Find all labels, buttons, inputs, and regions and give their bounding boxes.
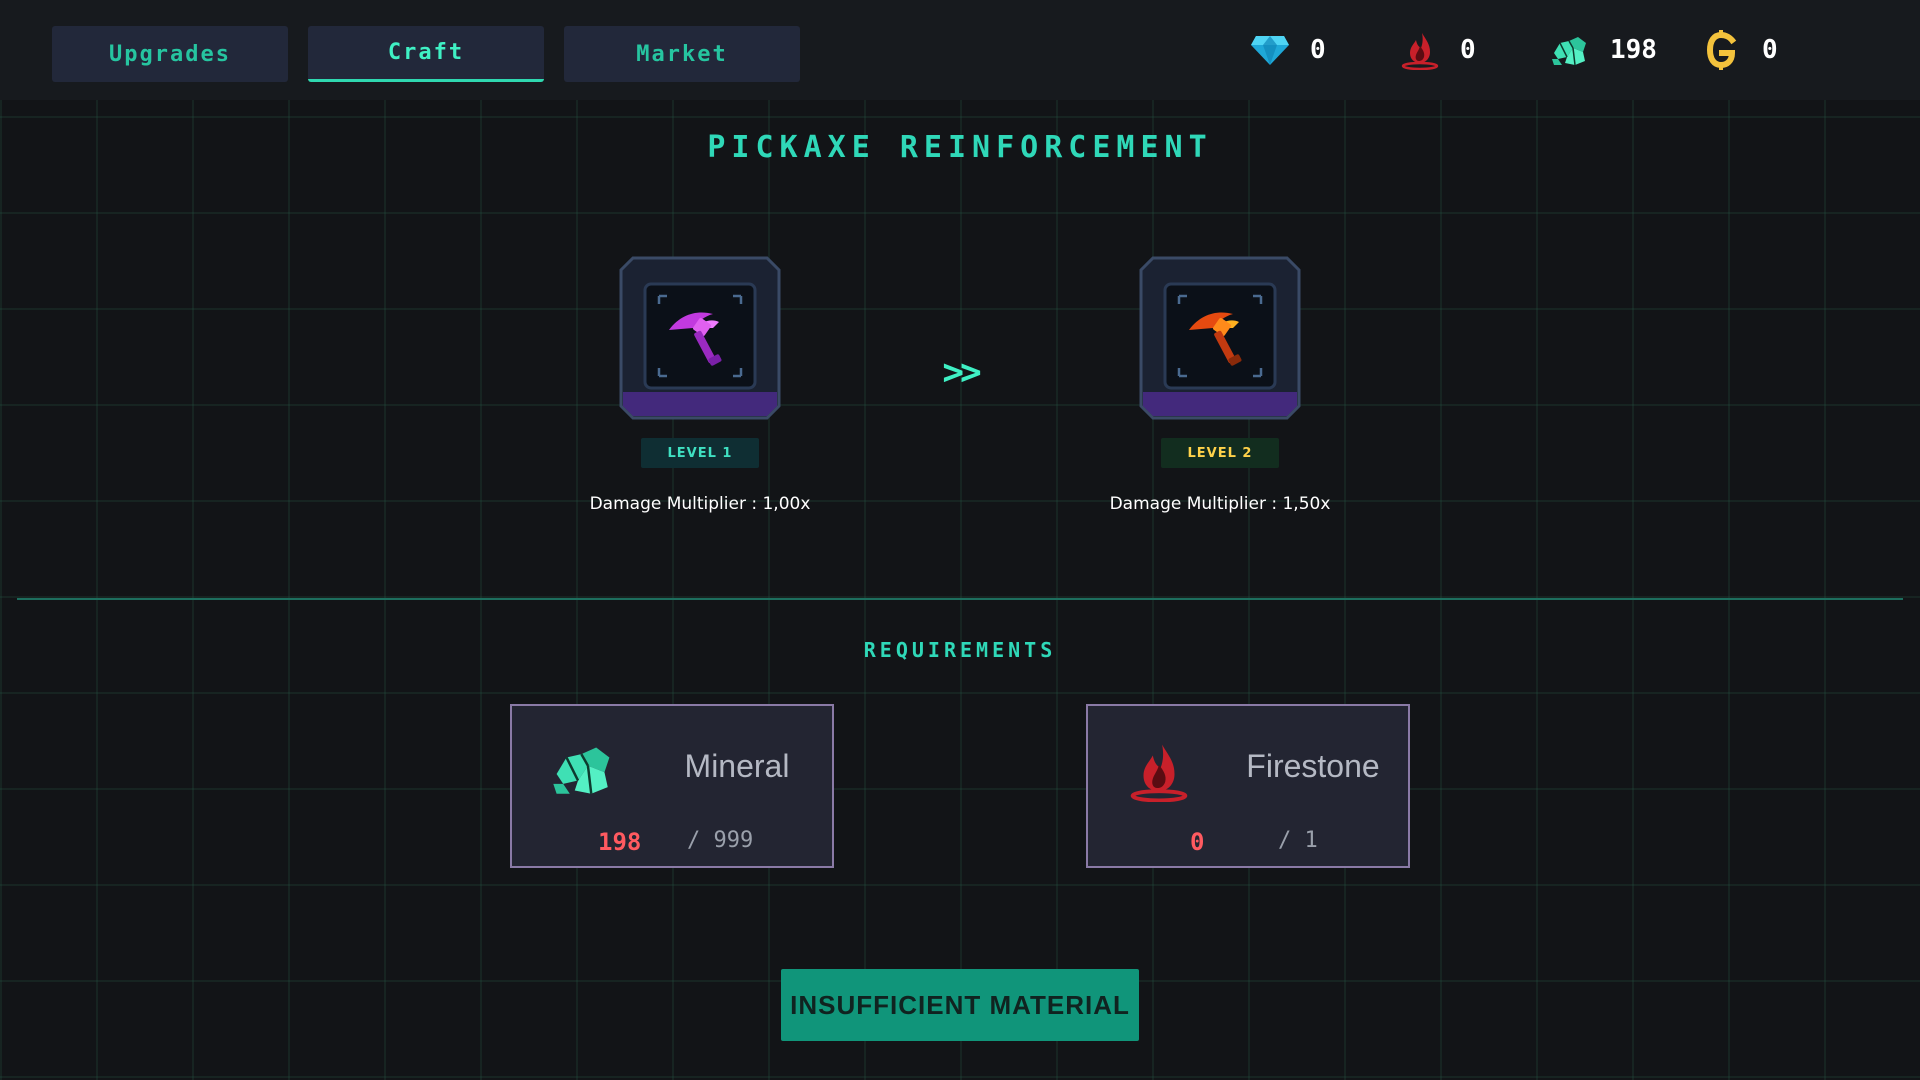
gold-coin-icon: [1700, 28, 1744, 72]
requirement-need: / 999: [687, 828, 754, 853]
item-frame: [1139, 256, 1301, 420]
requirement-card-firestone: Firestone 0 / 1: [1086, 704, 1410, 868]
mineral-count: 198: [1610, 35, 1657, 65]
damage-multiplier: Damage Multiplier : 1,00x: [589, 494, 811, 514]
top-bar: Upgrades Craft Market 0 0 198 0: [0, 0, 1920, 100]
tab-upgrades[interactable]: Upgrades: [52, 26, 288, 82]
diamond-count: 0: [1310, 35, 1326, 65]
requirement-have: 0: [1190, 828, 1205, 856]
page-title: PICKAXE REINFORCEMENT: [707, 130, 1213, 165]
diamond-icon: [1248, 28, 1292, 72]
craft-screen: Upgrades Craft Market 0 0 198 0 PICKAXE …: [0, 0, 1920, 1080]
requirement-card-mineral: Mineral 198 / 999: [510, 704, 834, 868]
firestone-icon: [1126, 740, 1192, 803]
currency-diamond: 0: [1248, 28, 1326, 72]
orange-pickaxe-icon: [1183, 300, 1255, 376]
gold-count: 0: [1762, 35, 1778, 65]
level-badge: LEVEL 1: [641, 438, 759, 468]
level-badge: LEVEL 2: [1161, 438, 1279, 468]
requirement-have: 198: [598, 828, 642, 856]
requirement-name: Firestone: [1246, 748, 1380, 784]
tab-craft[interactable]: Craft: [308, 26, 544, 82]
section-divider: [17, 598, 1903, 600]
insufficient-material-button[interactable]: INSUFFICIENT MATERIAL: [781, 969, 1139, 1041]
mineral-icon: [550, 740, 616, 798]
mineral-icon: [1548, 28, 1592, 72]
damage-multiplier: Damage Multiplier : 1,50x: [1109, 494, 1331, 514]
upgrade-arrow-icon: >>: [942, 352, 981, 393]
tab-market[interactable]: Market: [564, 26, 800, 82]
firestone-count: 0: [1460, 35, 1476, 65]
requirement-name: Mineral: [684, 748, 790, 784]
requirement-need: / 1: [1278, 828, 1318, 853]
currency-gold: 0: [1700, 28, 1778, 72]
next-item: LEVEL 2 Damage Multiplier : 1,50x: [1070, 256, 1370, 514]
current-item: LEVEL 1 Damage Multiplier : 1,00x: [550, 256, 850, 514]
purple-pickaxe-icon: [663, 300, 735, 376]
currency-mineral: 198: [1548, 28, 1657, 72]
requirements-title: REQUIREMENTS: [863, 638, 1057, 662]
item-frame: [619, 256, 781, 420]
firestone-icon: [1398, 28, 1442, 72]
currency-firestone: 0: [1398, 28, 1476, 72]
